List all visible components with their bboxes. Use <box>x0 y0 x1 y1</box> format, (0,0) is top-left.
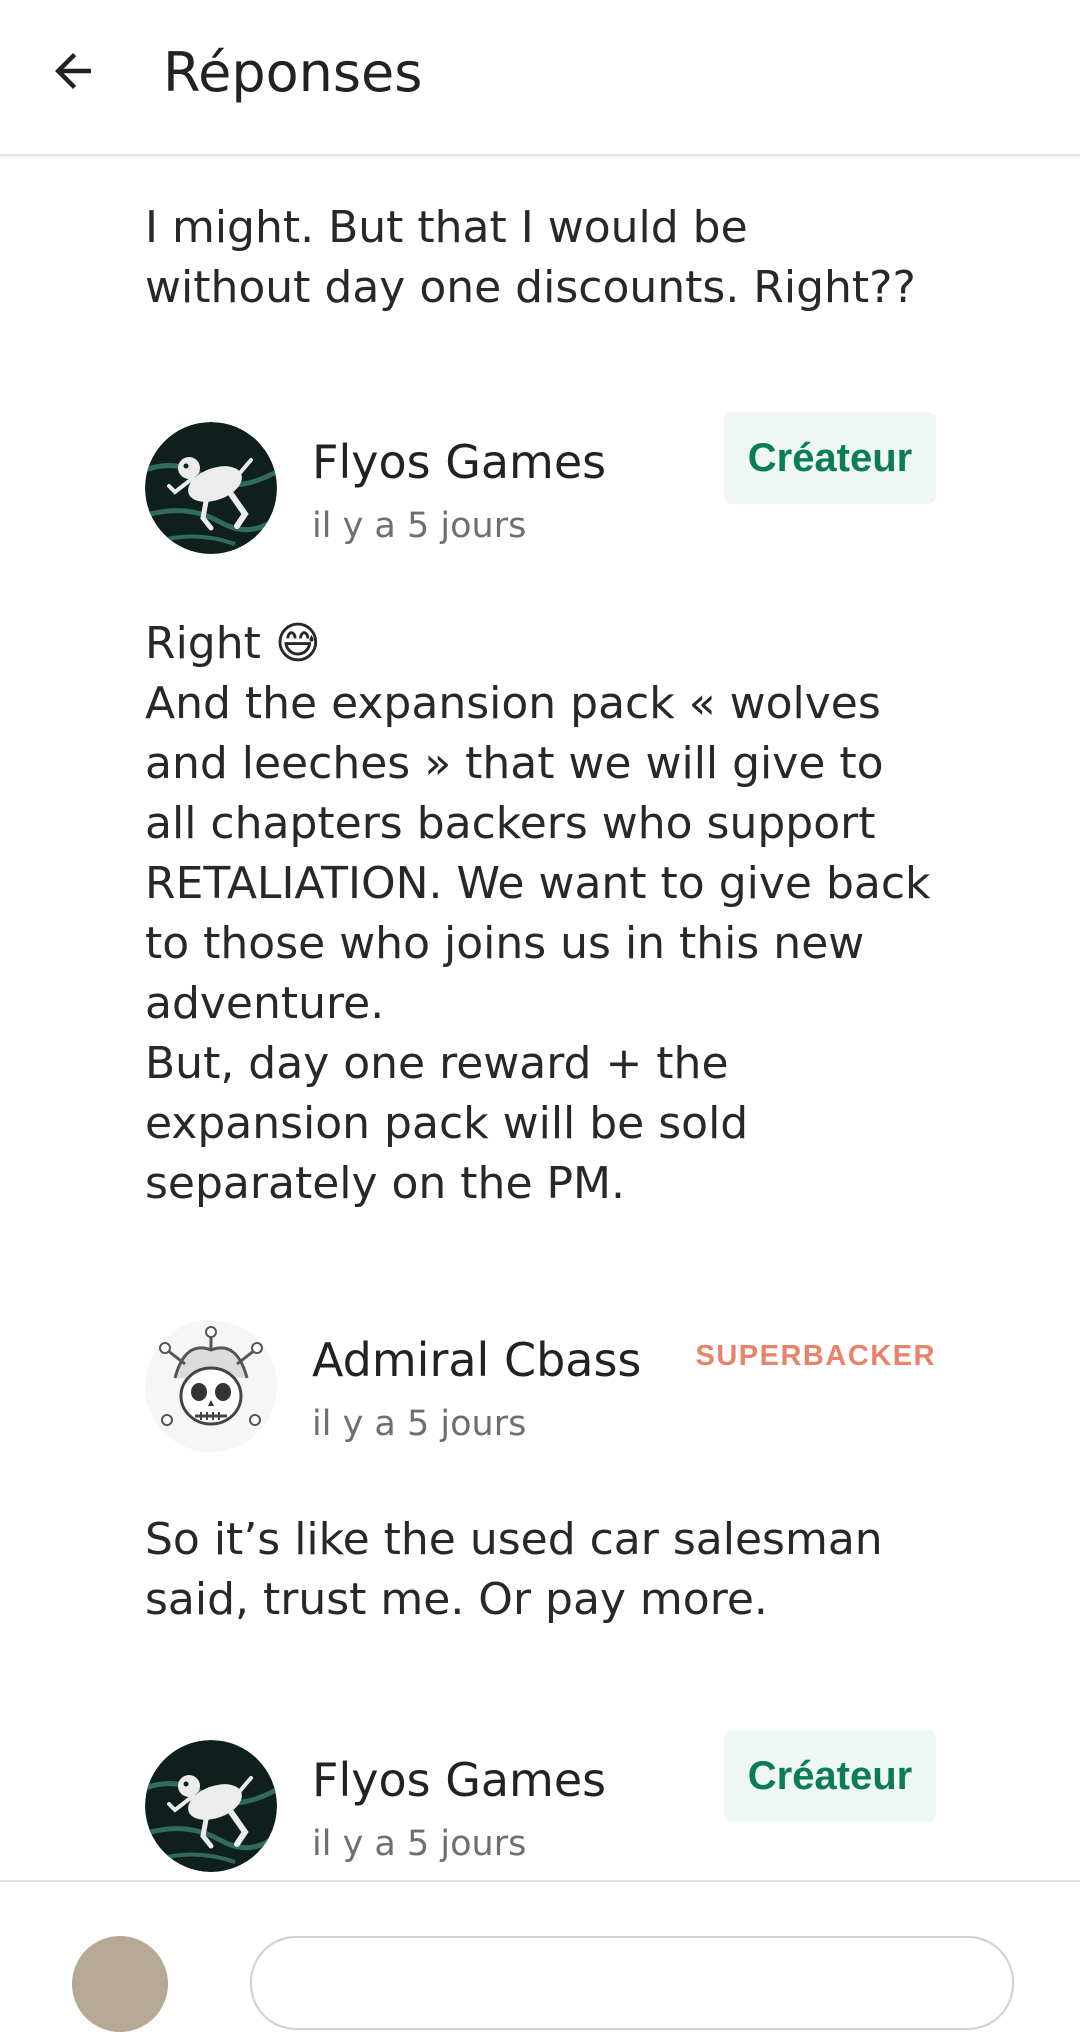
reply-composer <box>0 1880 1080 2032</box>
jester-skull-avatar-icon[interactable] <box>145 1320 277 1452</box>
user-avatar <box>72 1936 168 2032</box>
author-name[interactable]: Flyos Games <box>312 434 606 490</box>
arrow-left-icon <box>55 53 91 89</box>
frog-avatar-icon[interactable] <box>145 422 277 554</box>
comment-timestamp: il y a 5 jours <box>312 1824 527 1864</box>
frog-avatar-icon[interactable] <box>145 1740 277 1872</box>
author-name[interactable]: Admiral Cbass <box>312 1332 641 1388</box>
sweat-smile-emoji: 😅 <box>274 618 321 669</box>
reply-input[interactable] <box>250 1936 1014 2030</box>
comment-body-rest: And the expansion pack « wolves and leec… <box>145 678 931 1209</box>
back-button[interactable] <box>34 32 112 110</box>
comment-body: I might. But that I would be without day… <box>145 202 916 313</box>
app-bar: Réponses <box>0 0 1080 156</box>
comment-body: So it’s like the used car salesman said,… <box>145 1514 883 1625</box>
superbacker-badge: SUPERBACKER <box>695 1340 936 1372</box>
author-name[interactable]: Flyos Games <box>312 1752 606 1808</box>
comment-timestamp: il y a 5 jours <box>312 1404 527 1444</box>
creator-badge: Créateur <box>724 1730 936 1822</box>
comment-timestamp: il y a 5 jours <box>312 506 527 546</box>
comment-body: Right 😅 And the expansion pack « wolves … <box>145 614 945 1214</box>
creator-badge: Créateur <box>724 412 936 504</box>
comment-body-first-line: Right <box>145 618 275 669</box>
page-title: Réponses <box>163 41 423 104</box>
replies-feed[interactable]: I might. But that I would be without day… <box>0 156 1080 1880</box>
